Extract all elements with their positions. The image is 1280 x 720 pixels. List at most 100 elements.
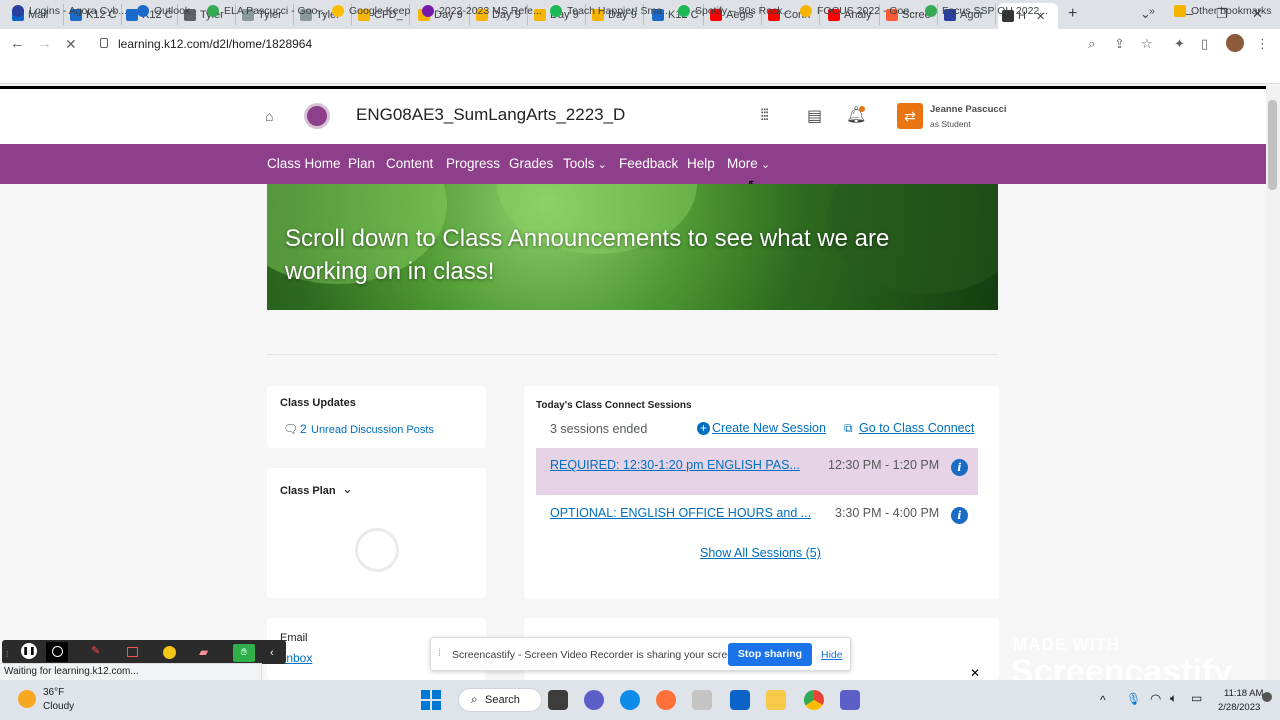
- nav-item-help[interactable]: Help: [687, 156, 715, 171]
- hide-share-bar-link[interactable]: Hide: [821, 649, 843, 661]
- microphone-icon[interactable]: 🎙︎: [1126, 692, 1141, 706]
- address-bar[interactable]: learning.k12.com/d2l/home/1828964: [92, 32, 1132, 56]
- hand-tool-icon[interactable]: ✋︎: [233, 644, 255, 662]
- bookmark-item[interactable]: Focus SSP OH 2022...: [925, 5, 1048, 17]
- messages-icon[interactable]: ▤: [807, 106, 822, 126]
- plus-circle-icon[interactable]: +: [697, 422, 710, 435]
- teams-chat-icon[interactable]: [584, 690, 604, 710]
- nav-item-tools[interactable]: Tools ⌄: [563, 156, 607, 171]
- share-icon[interactable]: ⇪: [1114, 36, 1125, 52]
- session-name-link[interactable]: REQUIRED: 12:30-1:20 pm ENGLISH PAS...: [550, 458, 800, 472]
- create-session-link[interactable]: Create New Session: [712, 421, 826, 435]
- class-plan-title[interactable]: Class Plan: [280, 485, 336, 497]
- notification-center-icon[interactable]: [1262, 692, 1272, 702]
- nav-item-label: Progress: [446, 156, 501, 171]
- bookmark-item[interactable]: Spotify – 80s Rock...: [678, 5, 791, 17]
- bookmark-star-icon[interactable]: ☆: [1141, 36, 1153, 52]
- lms-header: [0, 89, 1266, 144]
- back-icon[interactable]: ←: [10, 36, 25, 52]
- wifi-icon[interactable]: ◠: [1150, 691, 1161, 707]
- nav-item-progress[interactable]: Progress: [446, 156, 500, 171]
- nav-item-label: Tools: [563, 156, 595, 171]
- tray-chevron-icon[interactable]: ^: [1100, 693, 1106, 707]
- folder-icon: [1174, 5, 1186, 17]
- impersonation-icon[interactable]: ⇄: [897, 103, 923, 129]
- sessions-title: Today's Class Connect Sessions: [536, 400, 692, 411]
- bookmark-other[interactable]: Other bookmarks: [1174, 5, 1272, 17]
- volume-icon[interactable]: 🔈︎: [1170, 691, 1177, 706]
- windows-start-icon[interactable]: [421, 690, 441, 710]
- inbox-link[interactable]: Inbox: [283, 651, 312, 665]
- clock-time[interactable]: 11:18 AM: [1224, 688, 1263, 699]
- pause-icon[interactable]: ❚❚: [21, 643, 37, 659]
- course-banner: Scroll down to Class Announcements to se…: [267, 184, 998, 310]
- url-text: learning.k12.com/d2l/home/1828964: [118, 37, 313, 51]
- course-selector-grid-icon[interactable]: ⁞⁞⁞: [760, 107, 769, 125]
- bookmark-item[interactable]: 2022-2023 MS Refe...: [422, 5, 542, 17]
- weather-desc: Cloudy: [43, 701, 75, 712]
- bookmark-item[interactable]: Logins - Agora Cyb...: [12, 5, 127, 17]
- pen-icon[interactable]: ✎: [91, 644, 105, 658]
- nav-item-plan[interactable]: Plan: [348, 156, 375, 171]
- info-icon[interactable]: i: [951, 507, 968, 524]
- weather-icon[interactable]: [18, 690, 36, 708]
- nav-item-grades[interactable]: Grades: [509, 156, 553, 171]
- close-watermark-icon[interactable]: ✕: [970, 666, 980, 680]
- goto-class-connect-link[interactable]: Go to Class Connect: [859, 421, 974, 435]
- page-scrollbar-thumb[interactable]: [1268, 100, 1277, 190]
- course-title[interactable]: ENG08AE3_SumLangArts_2223_D: [356, 105, 625, 125]
- edge-icon[interactable]: [620, 690, 640, 710]
- rectangle-tool-icon[interactable]: [127, 647, 138, 657]
- drive-icon: [207, 5, 219, 17]
- chevron-down-icon[interactable]: ⌄: [342, 481, 353, 497]
- bookmark-label: Spotify – 80s Rock...: [695, 5, 792, 17]
- unread-discussion-link[interactable]: Unread Discussion Posts: [311, 424, 434, 436]
- eraser-icon[interactable]: ▰: [199, 645, 213, 659]
- new-tab-icon[interactable]: +: [1068, 5, 1077, 23]
- file-explorer-icon[interactable]: [766, 690, 786, 710]
- home-icon[interactable]: ⌂: [265, 108, 273, 124]
- more-bookmarks-icon[interactable]: »: [1149, 5, 1155, 17]
- weather-temp[interactable]: 36°F: [43, 687, 64, 698]
- course-logo[interactable]: [304, 103, 330, 129]
- extensions-icon[interactable]: ✦: [1174, 36, 1185, 52]
- battery-icon[interactable]: ▭: [1191, 691, 1202, 705]
- firefox-icon[interactable]: [656, 690, 676, 710]
- bookmark-item[interactable]: Teach Happier! Sma...: [550, 5, 671, 17]
- show-all-sessions-link[interactable]: Show All Sessions (5): [700, 546, 821, 560]
- bookmark-item[interactable]: ELA Pascucci - Goo...: [207, 5, 326, 17]
- nav-item-content[interactable]: Content: [386, 156, 433, 171]
- task-view-icon[interactable]: [548, 690, 568, 710]
- stop-loading-icon[interactable]: ✕: [65, 36, 77, 52]
- unread-count[interactable]: 2: [300, 422, 307, 436]
- user-name[interactable]: Jeanne Pascucci: [930, 104, 1007, 115]
- session-name-link[interactable]: OPTIONAL: ENGLISH OFFICE HOURS and ...: [550, 506, 811, 520]
- bookmark-label: Outlook: [154, 5, 191, 17]
- clock-date[interactable]: 2/28/2023: [1218, 702, 1260, 713]
- external-link-icon[interactable]: ⧉: [844, 421, 853, 436]
- collapse-toolbar-icon[interactable]: ‹: [270, 647, 284, 661]
- drag-handle-icon[interactable]: ⁞: [438, 648, 441, 659]
- outlook-icon[interactable]: [730, 690, 750, 710]
- side-panel-icon[interactable]: ▯: [1201, 36, 1208, 52]
- bookmark-item[interactable]: FOCUS 2022 - Goo...: [800, 5, 918, 17]
- bookmark-item[interactable]: Outlook: [137, 5, 190, 17]
- nav-item-class-home[interactable]: Class Home: [267, 156, 341, 171]
- info-icon[interactable]: i: [951, 459, 968, 476]
- snipping-tool-icon[interactable]: [692, 690, 712, 710]
- drag-handle-icon[interactable]: ⁞: [6, 650, 20, 664]
- chrome-icon[interactable]: [804, 690, 824, 710]
- menu-kebab-icon[interactable]: ⋮: [1256, 36, 1269, 52]
- forward-icon[interactable]: →: [37, 36, 52, 52]
- discussion-icon: 🗨︎: [283, 422, 299, 436]
- profile-avatar[interactable]: [1226, 34, 1244, 52]
- stop-sharing-button[interactable]: Stop sharing: [728, 643, 812, 666]
- nav-item-feedback[interactable]: Feedback: [619, 156, 678, 171]
- bookmark-item[interactable]: Google Keep: [332, 5, 410, 17]
- nav-item-more[interactable]: More ⌄: [727, 156, 770, 171]
- zoom-icon[interactable]: ⌕: [1088, 36, 1095, 52]
- teams-icon[interactable]: [840, 690, 860, 710]
- nav-item-label: Grades: [509, 156, 554, 171]
- sticker-icon[interactable]: [163, 646, 176, 659]
- chevron-down-icon: ⌄: [594, 159, 607, 171]
